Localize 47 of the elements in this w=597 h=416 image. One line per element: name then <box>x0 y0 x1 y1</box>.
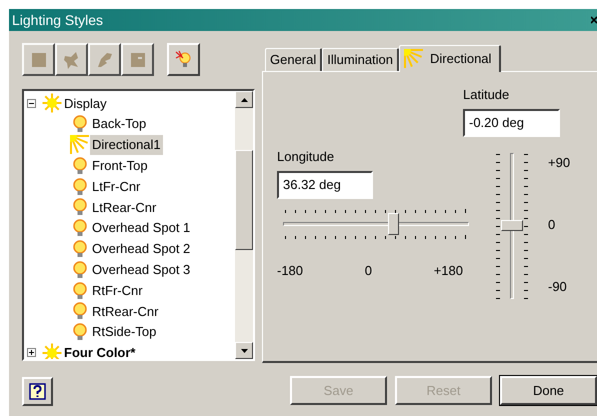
tick-label: 0 <box>548 216 556 234</box>
tree-item[interactable]: RtRear-Cnr <box>90 302 160 322</box>
slider-thumb[interactable] <box>388 212 399 234</box>
tick-label: 0 <box>364 262 372 280</box>
scroll-thumb[interactable] <box>235 150 253 250</box>
up-arrow-icon <box>240 98 248 102</box>
longitude-field[interactable]: 36.32 deg <box>277 170 373 198</box>
scroll-down-button[interactable] <box>235 342 253 359</box>
help-button[interactable] <box>22 377 53 406</box>
tree-item[interactable]: Back-Top <box>90 114 148 134</box>
scroll-up-button[interactable] <box>235 91 253 108</box>
tab[interactable]: Illumination <box>322 48 400 71</box>
down-arrow-icon <box>240 348 248 352</box>
sun-icon <box>42 342 62 359</box>
tree-item[interactable]: Directional1 <box>90 135 163 155</box>
tree-item[interactable]: LtRear-Cnr <box>90 198 158 218</box>
tree-item[interactable]: Display <box>62 94 109 114</box>
collapse-icon[interactable] <box>27 98 36 108</box>
sun-icon <box>42 93 62 114</box>
tree-item[interactable]: Overhead Spot 1 <box>90 218 192 238</box>
sun-icon <box>404 49 424 69</box>
tick-label: +180 <box>434 262 463 280</box>
scrollbar[interactable] <box>235 91 253 359</box>
slider-thumb[interactable] <box>501 220 523 232</box>
light-bulb-icon <box>174 50 194 70</box>
tree-item[interactable]: Four Color* <box>62 343 138 359</box>
longitude-label: Longitude <box>277 148 336 166</box>
window-title: Lighting Styles <box>12 10 104 30</box>
tree-item[interactable]: RtFr-Cnr <box>90 280 145 300</box>
latitude-label: Latitude <box>463 86 510 104</box>
tick-label: -180 <box>277 262 304 280</box>
latitude-field[interactable]: -0.20 deg <box>463 108 560 136</box>
close-icon[interactable] <box>591 16 597 24</box>
tick-label: -90 <box>548 278 568 296</box>
sun-icon <box>70 134 90 155</box>
toolbar-button[interactable] <box>167 43 200 76</box>
tab[interactable]: General <box>265 48 322 71</box>
tree-item[interactable]: Overhead Spot 3 <box>90 260 192 280</box>
tree-item[interactable]: Front-Top <box>90 156 150 176</box>
tick-label: +90 <box>548 154 570 172</box>
expand-icon[interactable] <box>27 348 36 358</box>
help-icon <box>29 383 46 400</box>
tree-item[interactable]: Overhead Spot 2 <box>90 239 192 259</box>
tab[interactable]: Directional <box>399 45 502 72</box>
tree-item[interactable]: RtSide-Top <box>90 322 158 342</box>
tree-item[interactable]: LtFr-Cnr <box>90 176 142 196</box>
dialog-button[interactable]: Done <box>500 376 597 405</box>
